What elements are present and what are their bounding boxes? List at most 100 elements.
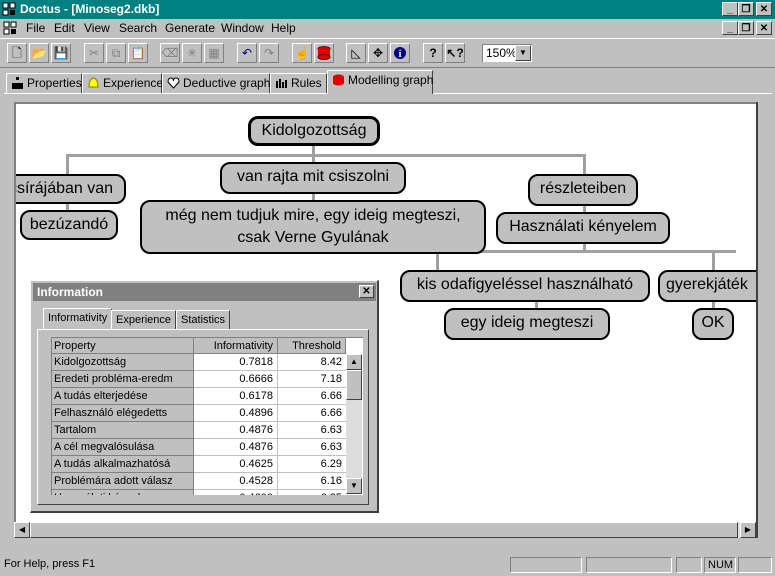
canvas-frame-edge [756, 102, 758, 538]
minimize-button[interactable]: _ [722, 2, 738, 16]
close-button[interactable]: ✕ [756, 2, 772, 16]
database-icon[interactable] [314, 43, 334, 63]
status-help-text: For Help, press F1 [4, 558, 96, 570]
asterisk-icon[interactable]: ✳ [182, 43, 202, 63]
threshold-cell[interactable]: 6.63 [278, 439, 346, 456]
graph-node[interactable]: van rajta mit csiszolni [220, 162, 406, 194]
informativity-cell[interactable]: 0.4528 [194, 473, 278, 490]
graph-node[interactable]: bezúzandó [20, 210, 118, 240]
horizontal-scrollbar[interactable]: ◀ ▶ [14, 522, 756, 538]
tab-experience[interactable]: Experience [82, 73, 164, 93]
informativity-cell[interactable]: 0.7818 [194, 354, 278, 371]
informativity-cell[interactable]: 0.4600 [194, 490, 278, 495]
new-file-icon[interactable]: 🗋 [7, 43, 27, 63]
property-cell[interactable]: A tudás elterjedése [52, 388, 194, 405]
info-tab-statistics[interactable]: Statistics [176, 310, 231, 330]
tab-properties[interactable]: Properties [6, 73, 82, 93]
tab-deductive-graph-label: Deductive graph [183, 76, 271, 90]
scroll-down-icon[interactable]: ▼ [346, 478, 362, 494]
info-tab-informativity[interactable]: Informativity [43, 308, 113, 330]
grid-icon[interactable]: ▦ [204, 43, 224, 63]
zoom-select[interactable]: 150% ▼ [482, 44, 532, 62]
copy-icon[interactable]: ⧉ [106, 43, 126, 63]
information-window[interactable]: Information ✕ Informativity Experience S… [30, 280, 379, 513]
puzzle-icon[interactable]: ✥ [368, 43, 388, 63]
graph-node[interactable]: kis odafigyeléssel használható [400, 270, 650, 302]
threshold-cell[interactable]: 6.25 [278, 490, 346, 495]
property-cell[interactable]: Használati kényel [52, 490, 194, 495]
document-icon[interactable] [3, 21, 17, 35]
menu-view[interactable]: View [84, 21, 110, 35]
column-header-property[interactable]: Property [52, 338, 194, 354]
close-icon[interactable]: ✕ [359, 285, 374, 298]
menu-help[interactable]: Help [271, 21, 296, 35]
scroll-left-icon[interactable]: ◀ [14, 522, 30, 538]
tab-experience-label: Experience [103, 76, 164, 90]
informativity-cell[interactable]: 0.4876 [194, 439, 278, 456]
app-icon[interactable] [2, 2, 16, 16]
restore-button[interactable]: ❐ [738, 2, 754, 16]
doc-minimize-button[interactable]: _ [722, 21, 738, 35]
grid-vertical-scrollbar[interactable]: ▲ ▼ [346, 354, 362, 494]
threshold-cell[interactable]: 6.66 [278, 388, 346, 405]
info-tab-experience[interactable]: Experience [111, 310, 177, 330]
graph-node[interactable]: egy ideig megteszi [444, 308, 610, 340]
graph-node[interactable]: Használati kényelem [496, 212, 670, 244]
informativity-cell[interactable]: 0.4625 [194, 456, 278, 473]
informativity-cell[interactable]: 0.4896 [194, 405, 278, 422]
graph-node[interactable]: OK [692, 308, 734, 340]
help-icon[interactable]: ? [423, 43, 443, 63]
threshold-cell[interactable]: 6.29 [278, 456, 346, 473]
column-header-informativity[interactable]: Informativity [194, 338, 278, 354]
menu-generate[interactable]: Generate [165, 21, 215, 35]
informativity-cell[interactable]: 0.6178 [194, 388, 278, 405]
property-cell[interactable]: Tartalom [52, 422, 194, 439]
context-help-icon[interactable]: ↖? [445, 43, 465, 63]
scroll-thumb[interactable] [346, 370, 362, 400]
triangle-ruler-icon[interactable]: ◺ [346, 43, 366, 63]
scroll-thumb[interactable] [30, 522, 738, 538]
menu-bar: File Edit View Search Generate Window He… [0, 19, 775, 38]
property-cell[interactable]: Problémára adott válasz [52, 473, 194, 490]
threshold-cell[interactable]: 6.16 [278, 473, 346, 490]
threshold-cell[interactable]: 7.18 [278, 371, 346, 388]
graph-node[interactable]: gyerekjáték [658, 270, 756, 302]
menu-file[interactable]: File [26, 21, 45, 35]
tab-deductive-graph[interactable]: Deductive graph [162, 73, 270, 93]
property-cell[interactable]: Felhasználó elégedetts [52, 405, 194, 422]
informativity-cell[interactable]: 0.6666 [194, 371, 278, 388]
graph-node[interactable]: részleteiben [528, 174, 638, 206]
column-header-threshold[interactable]: Threshold [278, 338, 346, 354]
graph-node-multiline[interactable]: még nem tudjuk mire, egy ideig megteszi,… [140, 200, 486, 254]
info-icon[interactable]: i [390, 43, 410, 63]
informativity-grid[interactable]: Property Informativity Threshold Kidolgo… [51, 337, 363, 495]
menu-edit[interactable]: Edit [54, 21, 75, 35]
informativity-cell[interactable]: 0.4876 [194, 422, 278, 439]
scroll-up-icon[interactable]: ▲ [346, 354, 362, 370]
threshold-cell[interactable]: 8.42 [278, 354, 346, 371]
threshold-cell[interactable]: 6.66 [278, 405, 346, 422]
doc-close-button[interactable]: ✕ [756, 21, 772, 35]
property-cell[interactable]: Eredeti probléma-eredm [52, 371, 194, 388]
cut-icon[interactable]: ✂ [84, 43, 104, 63]
scroll-right-icon[interactable]: ▶ [740, 522, 756, 538]
property-cell[interactable]: A tudás alkalmazhatósá [52, 456, 194, 473]
menu-search[interactable]: Search [119, 21, 157, 35]
undo-icon[interactable]: ↶ [237, 43, 257, 63]
tab-rules[interactable]: Rules [270, 73, 327, 93]
graph-node-root[interactable]: Kidolgozottság [248, 116, 380, 146]
save-icon[interactable]: 💾 [51, 43, 71, 63]
property-cell[interactable]: A cél megvalósulása [52, 439, 194, 456]
chevron-down-icon[interactable]: ▼ [515, 45, 531, 61]
eraser-icon[interactable]: ⌫ [160, 43, 180, 63]
open-folder-icon[interactable]: 📂 [29, 43, 49, 63]
property-cell[interactable]: Kidolgozottság [52, 354, 194, 371]
hand-icon[interactable]: ☝ [292, 43, 312, 63]
menu-window[interactable]: Window [221, 21, 264, 35]
doc-restore-button[interactable]: ❐ [738, 21, 754, 35]
paste-icon[interactable]: 📋 [128, 43, 148, 63]
redo-icon[interactable]: ↷ [259, 43, 279, 63]
threshold-cell[interactable]: 6.63 [278, 422, 346, 439]
tab-modelling-graph[interactable]: Modelling graph [327, 70, 433, 94]
graph-node[interactable]: csírájában van [16, 174, 126, 204]
